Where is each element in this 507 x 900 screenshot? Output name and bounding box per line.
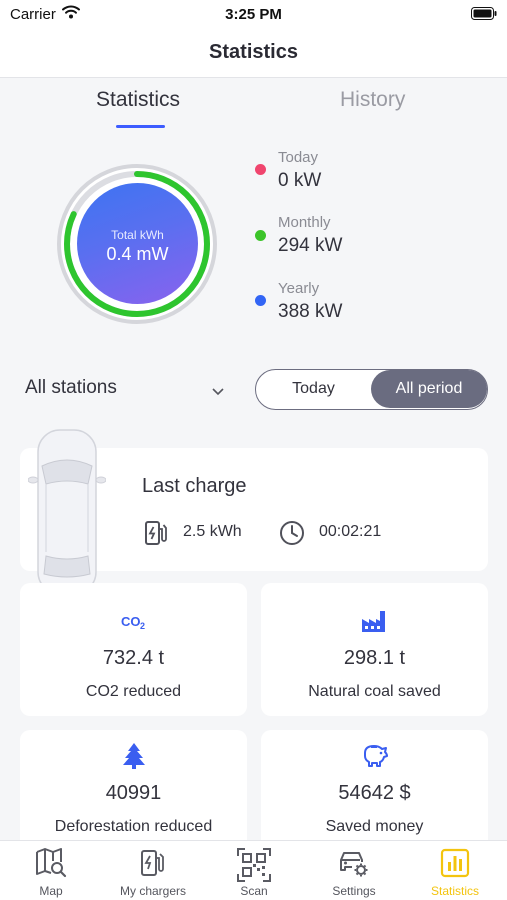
gauge-label: Total kWh: [111, 228, 164, 242]
legend-today-label: Today: [278, 149, 319, 166]
status-bar: Carrier 3:25 PM: [0, 0, 507, 30]
bottom-tab-bar: Map My chargers Scan Settings Statistics: [0, 840, 507, 900]
deforestation-value: 40991: [105, 782, 162, 804]
legend-today-value: 0 kW: [278, 170, 322, 191]
last-charge-duration: 00:02:21: [319, 523, 382, 540]
last-charge-title: Last charge: [142, 475, 247, 497]
clock-time: 3:25 PM: [225, 6, 282, 23]
active-tab-indicator: [116, 125, 165, 128]
deforestation-label: Deforestation reduced: [54, 818, 213, 835]
piggy-bank-icon: [361, 742, 389, 773]
co2-icon: CO 2: [121, 612, 147, 637]
co2-reduced-value: 732.4 t: [102, 647, 165, 669]
legend-monthly-label: Monthly: [278, 214, 331, 231]
battery-icon: [471, 7, 497, 24]
saved-money-label: Saved money: [325, 818, 424, 835]
map-search-icon: [35, 848, 67, 883]
coal-saved-value: 298.1 t: [343, 647, 406, 669]
charging-station-icon: [145, 520, 167, 551]
period-today-button[interactable]: Today: [256, 370, 371, 408]
tabbar-scan[interactable]: Scan: [204, 841, 304, 900]
clock-icon: [279, 520, 305, 551]
bar-chart-icon: [440, 848, 470, 883]
legend-yearly-value: 388 kW: [278, 301, 343, 322]
yearly-dot: [255, 295, 266, 306]
factory-icon: [361, 609, 387, 638]
chevron-down-icon: [212, 383, 224, 401]
page-title: Statistics: [209, 41, 298, 63]
gauge-value: 0.4 mW: [106, 244, 169, 264]
tabbar-my-chargers[interactable]: My chargers: [103, 841, 203, 900]
tabbar-statistics[interactable]: Statistics: [405, 841, 505, 900]
today-dot: [255, 164, 266, 175]
tabbar-statistics-label: Statistics: [430, 884, 479, 898]
tabbar-map-label: Map: [39, 884, 63, 898]
car-settings-icon: [338, 848, 370, 883]
period-all-button[interactable]: All period: [371, 370, 487, 408]
tab-statistics[interactable]: Statistics: [96, 88, 180, 112]
car-image: [28, 429, 106, 595]
period-segmented-control: Today All period: [255, 369, 488, 410]
legend-yearly-label: Yearly: [278, 280, 320, 297]
nav-header: Statistics: [0, 30, 507, 78]
coal-saved-label: Natural coal saved: [308, 683, 441, 700]
tabbar-map[interactable]: Map: [1, 841, 101, 900]
tabbar-scan-label: Scan: [240, 884, 268, 898]
monthly-dot: [255, 230, 266, 241]
charger-icon: [140, 848, 166, 883]
tabbar-settings[interactable]: Settings: [304, 841, 404, 900]
qr-code-icon: [237, 848, 271, 887]
tabbar-my-chargers-label: My chargers: [119, 884, 187, 898]
tree-icon: [122, 742, 146, 775]
svg-text:CO: CO: [121, 614, 141, 629]
tab-history[interactable]: History: [340, 88, 405, 112]
tabbar-settings-label: Settings: [332, 884, 376, 898]
last-charge-energy: 2.5 kWh: [183, 523, 242, 540]
co2-reduced-label: CO2 reduced: [85, 683, 182, 700]
saved-money-value: 54642 $: [338, 782, 411, 804]
legend-monthly-value: 294 kW: [278, 235, 343, 256]
svg-text:2: 2: [140, 621, 145, 631]
station-dropdown-value: All stations: [25, 377, 117, 398]
station-dropdown[interactable]: All stations: [25, 377, 231, 403]
